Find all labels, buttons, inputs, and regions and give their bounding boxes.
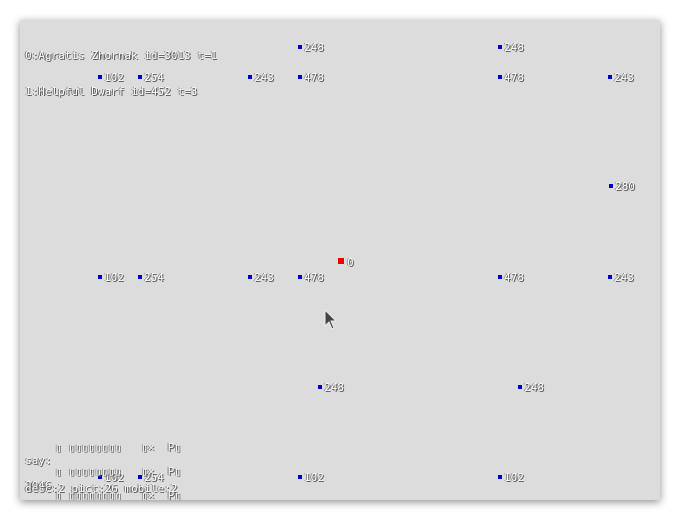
garbled-text-line: ▯ ▯▯▯▯▯▯▯▯ ▯× P▯ <box>55 441 181 454</box>
entity-dot-icon <box>138 275 142 279</box>
entity-dot-icon <box>608 75 612 79</box>
entity-id-label: 243 <box>254 271 274 284</box>
player-entry: 1:Helpful Dwarf id=452 t=3 <box>25 85 198 98</box>
entity-id-label: 243 <box>614 71 634 84</box>
entity-id-label: 254 <box>144 271 164 284</box>
garbled-text-line: ▯ ▯▯▯▯▯▯▯▯ ▯× P▯ <box>55 465 181 478</box>
entity-id-label: 243 <box>614 271 634 284</box>
entity-dot-icon <box>248 275 252 279</box>
entity-dot-icon <box>609 184 613 188</box>
entity-id-label: 248 <box>304 41 324 54</box>
entity-id-label: 254 <box>144 71 164 84</box>
garbled-text-line: ▯ ▯▯▯▯▯▯▯▯ ▯× P▯ <box>55 489 181 501</box>
entity-id-label: 0 <box>347 256 354 269</box>
entity-dot-icon <box>298 75 302 79</box>
entity-dot-icon <box>298 275 302 279</box>
entity-id-label: 102 <box>104 271 124 284</box>
entity-dot-icon <box>498 45 502 49</box>
entity-id-label: 280 <box>615 180 635 193</box>
entity-dot-icon <box>608 275 612 279</box>
entity-dot-icon <box>248 75 252 79</box>
entity-dot-icon <box>318 385 322 389</box>
entity-id-label: 248 <box>524 381 544 394</box>
entity-id-label: 102 <box>504 471 524 484</box>
say-prompt[interactable]: say: <box>25 455 52 467</box>
entity-id-label: 102 <box>104 71 124 84</box>
entity-dot-icon <box>498 475 502 479</box>
entity-id-label: 478 <box>504 271 524 284</box>
entity-id-label: 478 <box>304 71 324 84</box>
entity-id-label: 243 <box>254 71 274 84</box>
game-viewport[interactable]: 0:Agratis Zhornak id=3013 t=1 1:Helpful … <box>20 20 660 500</box>
entity-id-label: 478 <box>504 71 524 84</box>
player-entry: 0:Agratis Zhornak id=3013 t=1 <box>25 49 218 62</box>
entity-dot-icon <box>298 475 302 479</box>
mouse-pointer-icon <box>324 309 338 330</box>
entity-dot-icon <box>98 75 102 79</box>
entity-id-label: 102 <box>304 471 324 484</box>
entity-dot-icon <box>298 45 302 49</box>
entity-dot-icon <box>518 385 522 389</box>
entity-dot-icon <box>138 75 142 79</box>
entity-dot-icon <box>98 275 102 279</box>
entity-dot-icon <box>498 75 502 79</box>
entity-dot-icon <box>498 275 502 279</box>
entity-id-label: 248 <box>324 381 344 394</box>
entity-id-label: 248 <box>504 41 524 54</box>
player-dot-icon <box>338 258 344 264</box>
entity-id-label: 478 <box>304 271 324 284</box>
